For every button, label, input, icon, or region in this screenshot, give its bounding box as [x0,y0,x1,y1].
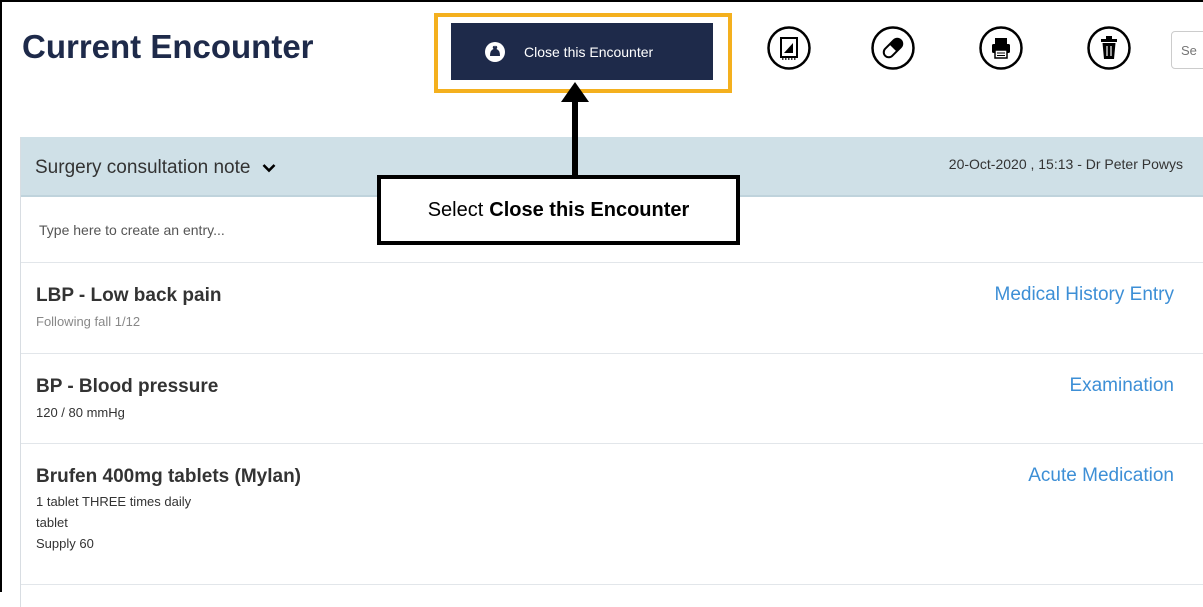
encounter-icon [484,41,506,63]
record-row[interactable]: LBP - Low back pain Following fall 1/12 … [21,263,1203,354]
callout-emphasis: Close this Encounter [489,198,690,221]
pill-icon[interactable] [871,26,915,70]
callout-arrowhead [561,82,589,102]
note-type-label: Surgery consultation note [35,157,251,178]
record-type-link[interactable]: Acute Medication [1028,465,1174,487]
draw-pad-icon[interactable] [767,26,811,70]
callout-arrow-line [572,100,578,176]
record-subtitle: Following fall 1/12 [36,314,141,329]
record-detail: Supply 60 [36,536,94,551]
callout-box: Select Close this Encounter [377,175,740,245]
note-type-dropdown[interactable]: Surgery consultation note [35,157,276,179]
record-detail: tablet [36,515,68,530]
record-detail: 120 / 80 mmHg [36,405,125,420]
record-title: LBP - Low back pain [36,285,222,306]
printer-icon[interactable] [979,26,1023,70]
close-encounter-button[interactable]: Close this Encounter [451,23,713,80]
record-row[interactable]: BP - Blood pressure 120 / 80 mmHg Examin… [21,354,1203,444]
search-input[interactable] [1171,31,1203,69]
trash-icon[interactable] [1087,26,1131,70]
record-type-link[interactable]: Examination [1069,375,1174,397]
record-type-link[interactable]: Medical History Entry [995,284,1175,306]
page-title: Current Encounter [22,28,314,65]
record-detail: 1 tablet THREE times daily [36,494,192,509]
record-title: BP - Blood pressure [36,376,219,397]
record-title: Brufen 400mg tablets (Mylan) [36,466,301,487]
close-encounter-label: Close this Encounter [524,43,654,60]
callout-prefix: Select [427,198,484,221]
chevron-down-icon [262,163,276,173]
record-row[interactable]: Brufen 400mg tablets (Mylan) 1 tablet TH… [21,444,1203,585]
note-meta: 20-Oct-2020 , 15:13 - Dr Peter Powys [948,156,1183,172]
